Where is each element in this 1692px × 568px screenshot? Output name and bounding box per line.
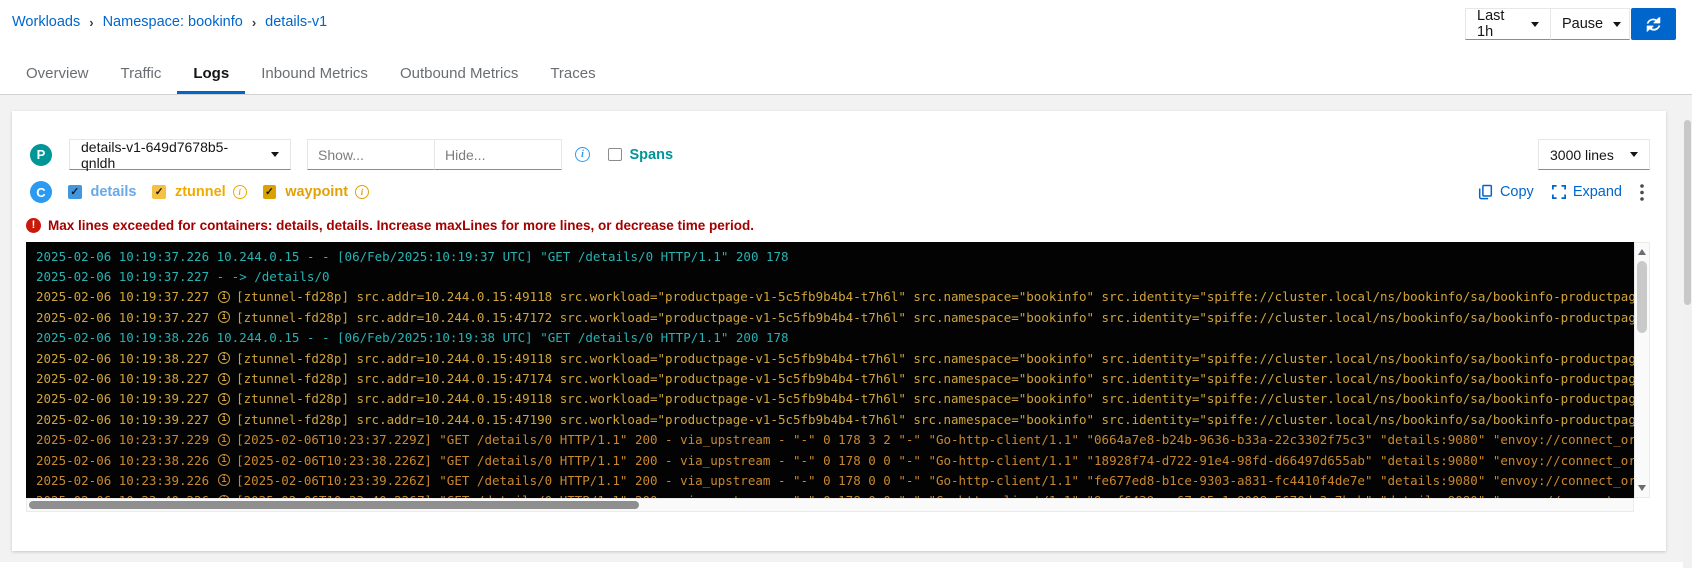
container-item-waypoint: waypoint i	[263, 184, 369, 200]
log-line: 2025-02-06 10:19:39.227i[ztunnel-fd28p] …	[36, 409, 1634, 429]
duration-select[interactable]: Last 1h	[1465, 8, 1551, 40]
container-item-details: details	[68, 184, 136, 200]
log-panel[interactable]: 2025-02-06 10:19:37.226 10.244.0.15 - - …	[26, 242, 1634, 498]
tab-inbound-metrics[interactable]: Inbound Metrics	[245, 54, 384, 94]
spans-checkbox[interactable]	[608, 148, 622, 162]
log-line: 2025-02-06 10:23:38.226i[2025-02-06T10:2…	[36, 450, 1634, 470]
vertical-scroll-thumb[interactable]	[1637, 261, 1647, 333]
ztunnel-checkbox[interactable]	[152, 185, 166, 199]
log-line: 2025-02-06 10:19:39.227i[ztunnel-fd28p] …	[36, 389, 1634, 409]
horizontal-scroll-thumb[interactable]	[29, 501, 639, 509]
log-area: 2025-02-06 10:19:37.226 10.244.0.15 - - …	[26, 242, 1650, 498]
ztunnel-label[interactable]: ztunnel	[175, 184, 226, 200]
chevron-down-icon	[1613, 22, 1621, 27]
info-icon: i	[218, 474, 230, 486]
waypoint-checkbox[interactable]	[263, 185, 277, 199]
refresh-interval-value: Pause	[1562, 16, 1603, 32]
log-line: 2025-02-06 10:19:38.227i[ztunnel-fd28p] …	[36, 368, 1634, 388]
log-line: 2025-02-06 10:19:38.226 10.244.0.15 - - …	[36, 328, 1634, 348]
chevron-down-icon	[271, 152, 279, 157]
breadcrumb-workload-name[interactable]: details-v1	[265, 14, 327, 30]
tab-traces[interactable]: Traces	[534, 54, 611, 94]
info-icon: i	[218, 434, 230, 446]
max-lines-value: 3000 lines	[1550, 147, 1614, 163]
details-checkbox[interactable]	[68, 185, 82, 199]
pod-select-value: details-v1-649d7678b5-qnldh	[81, 139, 261, 171]
details-label[interactable]: details	[91, 184, 137, 200]
logs-card: P details-v1-649d7678b5-qnldh i Spans 30…	[12, 111, 1666, 551]
tab-outbound-metrics[interactable]: Outbound Metrics	[384, 54, 534, 94]
breadcrumb-workloads[interactable]: Workloads	[12, 14, 80, 30]
breadcrumb: Workloads › Namespace: bookinfo › detail…	[12, 8, 327, 30]
error-icon: !	[26, 218, 41, 233]
chevron-down-icon	[1531, 22, 1539, 27]
chevron-down-icon	[1630, 152, 1638, 157]
container-item-ztunnel: ztunnel i	[152, 184, 246, 200]
log-line: 2025-02-06 10:19:37.227i[ztunnel-fd28p] …	[36, 287, 1634, 307]
alert-message: Max lines exceeded for containers: detai…	[48, 218, 754, 233]
log-horizontal-scrollbar[interactable]	[26, 498, 1634, 512]
scroll-up-icon[interactable]	[1638, 249, 1646, 255]
max-lines-alert: ! Max lines exceeded for containers: det…	[26, 217, 1650, 233]
copy-label: Copy	[1500, 184, 1534, 200]
top-bar: Workloads › Namespace: bookinfo › detail…	[0, 0, 1692, 40]
info-icon: i	[218, 413, 230, 425]
log-line: 2025-02-06 10:23:37.229i[2025-02-06T10:2…	[36, 430, 1634, 450]
max-lines-select[interactable]: 3000 lines	[1538, 139, 1650, 170]
info-icon: i	[218, 454, 230, 466]
copy-icon	[1478, 184, 1493, 200]
refresh-interval-select[interactable]: Pause	[1550, 8, 1630, 40]
page-scroll-thumb[interactable]	[1684, 120, 1691, 305]
expand-label: Expand	[1573, 184, 1622, 200]
refresh-icon	[1646, 17, 1661, 32]
chevron-right-icon: ›	[89, 15, 93, 29]
info-icon: i	[218, 393, 230, 405]
info-icon: i	[218, 291, 230, 303]
kebab-menu-button[interactable]	[1640, 184, 1644, 201]
log-line: 2025-02-06 10:19:37.226 10.244.0.15 - - …	[36, 246, 1634, 266]
waypoint-info-icon[interactable]: i	[355, 185, 369, 199]
info-icon: i	[218, 311, 230, 323]
tab-bar: Overview Traffic Logs Inbound Metrics Ou…	[0, 54, 1692, 95]
info-icon: i	[218, 352, 230, 364]
breadcrumb-namespace[interactable]: Namespace: bookinfo	[103, 14, 243, 30]
info-icon: i	[218, 373, 230, 385]
tab-overview[interactable]: Overview	[10, 54, 105, 94]
log-line: 2025-02-06 10:19:38.227i[ztunnel-fd28p] …	[36, 348, 1634, 368]
log-vertical-scrollbar[interactable]	[1634, 242, 1650, 498]
ztunnel-info-icon[interactable]: i	[233, 185, 247, 199]
show-filter-input[interactable]	[307, 139, 435, 170]
log-line: 2025-02-06 10:19:37.227i[ztunnel-fd28p] …	[36, 307, 1634, 327]
hide-filter-input[interactable]	[434, 139, 562, 170]
filter-info-icon[interactable]: i	[575, 147, 590, 162]
log-line: 2025-02-06 10:19:37.227 - -> /details/0	[36, 266, 1634, 286]
refresh-button[interactable]	[1631, 8, 1676, 40]
page-scrollbar[interactable]	[1683, 118, 1692, 568]
chevron-right-icon: ›	[252, 15, 256, 29]
duration-select-value: Last 1h	[1477, 8, 1521, 40]
copy-button[interactable]: Copy	[1478, 184, 1534, 200]
log-line: 2025-02-06 10:23:39.226i[2025-02-06T10:2…	[36, 470, 1634, 490]
content-background: P details-v1-649d7678b5-qnldh i Spans 30…	[0, 95, 1692, 562]
container-badge: C	[30, 181, 52, 203]
log-line: 2025-02-06 10:23:40.226i[2025-02-06T10:2…	[36, 491, 1634, 498]
expand-icon	[1552, 185, 1566, 199]
tab-traffic[interactable]: Traffic	[105, 54, 178, 94]
waypoint-label[interactable]: waypoint	[285, 184, 348, 200]
pod-select[interactable]: details-v1-649d7678b5-qnldh	[69, 139, 291, 170]
pod-badge: P	[30, 144, 52, 166]
kebab-icon	[1640, 184, 1644, 201]
pod-toolbar: P details-v1-649d7678b5-qnldh i Spans 30…	[30, 139, 1650, 170]
tab-logs[interactable]: Logs	[177, 54, 245, 94]
expand-button[interactable]: Expand	[1552, 184, 1622, 200]
spans-label[interactable]: Spans	[630, 147, 674, 163]
time-controls: Last 1h Pause	[1465, 8, 1676, 40]
scroll-down-icon[interactable]	[1638, 485, 1646, 491]
containers-toolbar: C details ztunnel i waypoint i Copy	[30, 181, 1650, 203]
